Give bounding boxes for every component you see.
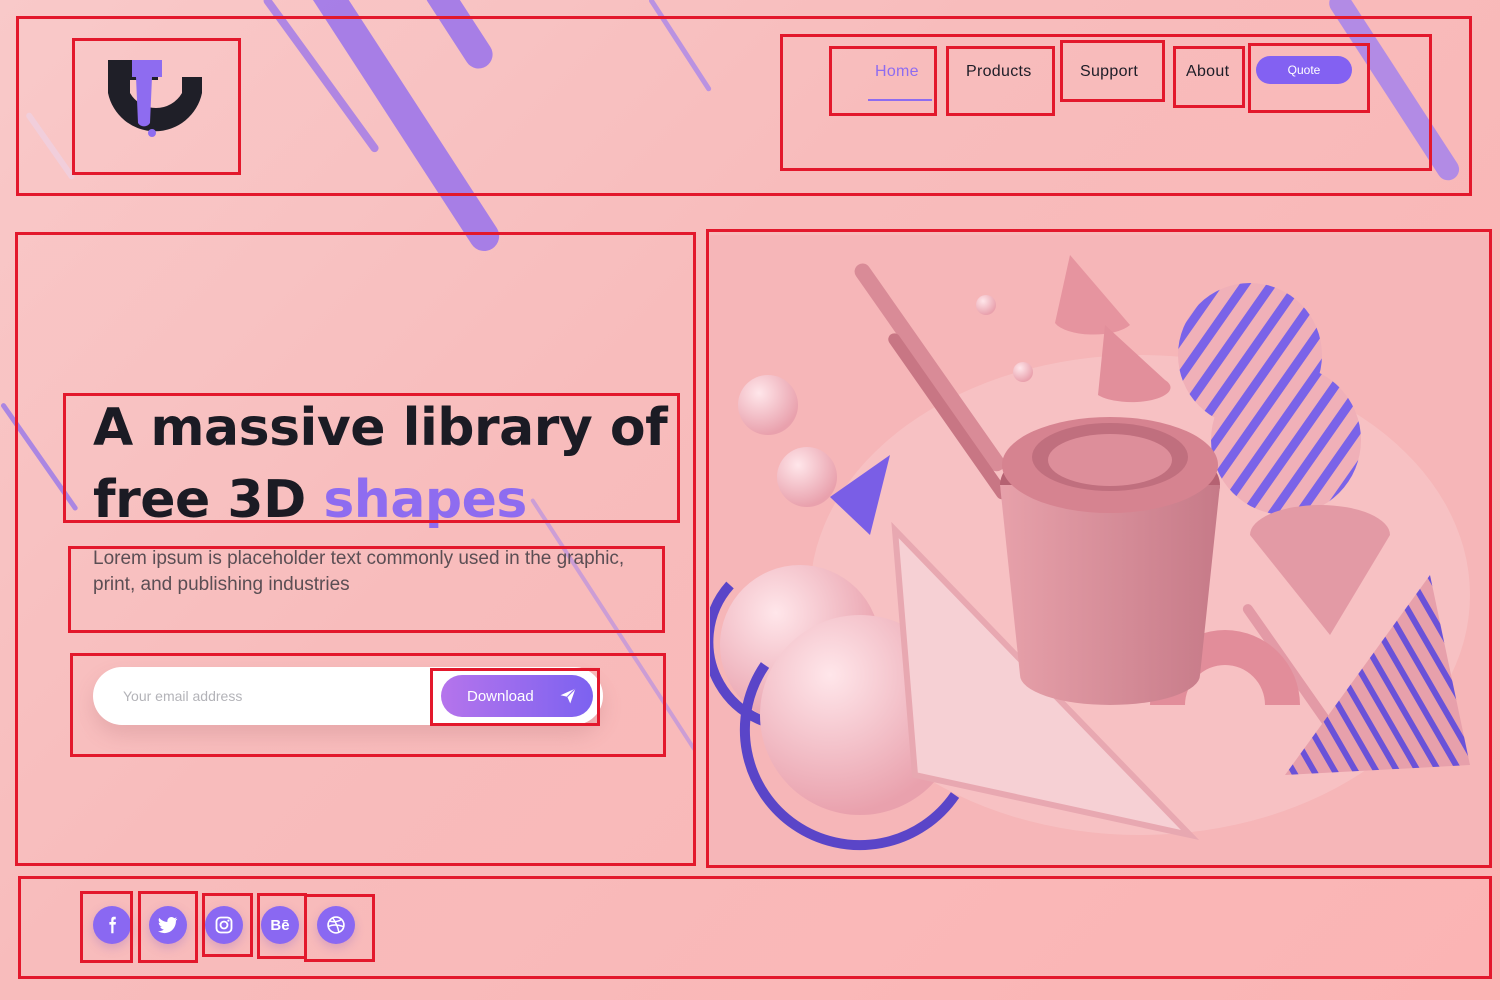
nav-about-link[interactable]: About	[1186, 63, 1229, 81]
decor-streak	[1325, 0, 1464, 185]
headline-line-1: A massive library of	[93, 398, 668, 458]
annotation-box-header	[16, 16, 1472, 196]
nav-active-underline	[868, 99, 932, 101]
download-button[interactable]: Download	[441, 675, 593, 717]
twitter-icon[interactable]	[149, 906, 187, 944]
decor-streak	[0, 402, 79, 512]
nav-support-link[interactable]: Support	[1080, 63, 1138, 81]
hero-subtext: Lorem ipsum is placeholder text commonly…	[93, 548, 625, 595]
annotation-box-home	[829, 46, 937, 116]
facebook-icon[interactable]	[93, 906, 131, 944]
nav-products-link[interactable]: Products	[966, 63, 1032, 81]
hero-headline: A massive library of free 3D shapes	[93, 392, 683, 536]
headline-accent: shapes	[323, 470, 527, 530]
headline-text: free 3D	[93, 470, 324, 530]
dribbble-icon[interactable]	[317, 906, 355, 944]
behance-icon[interactable]: Bē	[261, 906, 299, 944]
quote-button[interactable]: Quote	[1256, 56, 1352, 84]
hero-illustration	[710, 235, 1490, 865]
annotation-box-nav	[780, 34, 1432, 171]
headline-line-2: free 3D shapes	[93, 464, 683, 536]
annotation-box-products	[946, 46, 1055, 116]
decor-streak	[25, 111, 76, 181]
download-label: Download	[467, 687, 534, 705]
instagram-icon[interactable]	[205, 906, 243, 944]
send-icon	[560, 688, 576, 704]
email-input[interactable]	[123, 667, 423, 725]
decor-streak	[648, 0, 713, 93]
behance-glyph: Bē	[270, 916, 290, 934]
brand-logo-icon[interactable]	[100, 55, 210, 145]
decor-streak	[420, 0, 498, 74]
nav-home-link[interactable]: Home	[875, 63, 919, 81]
